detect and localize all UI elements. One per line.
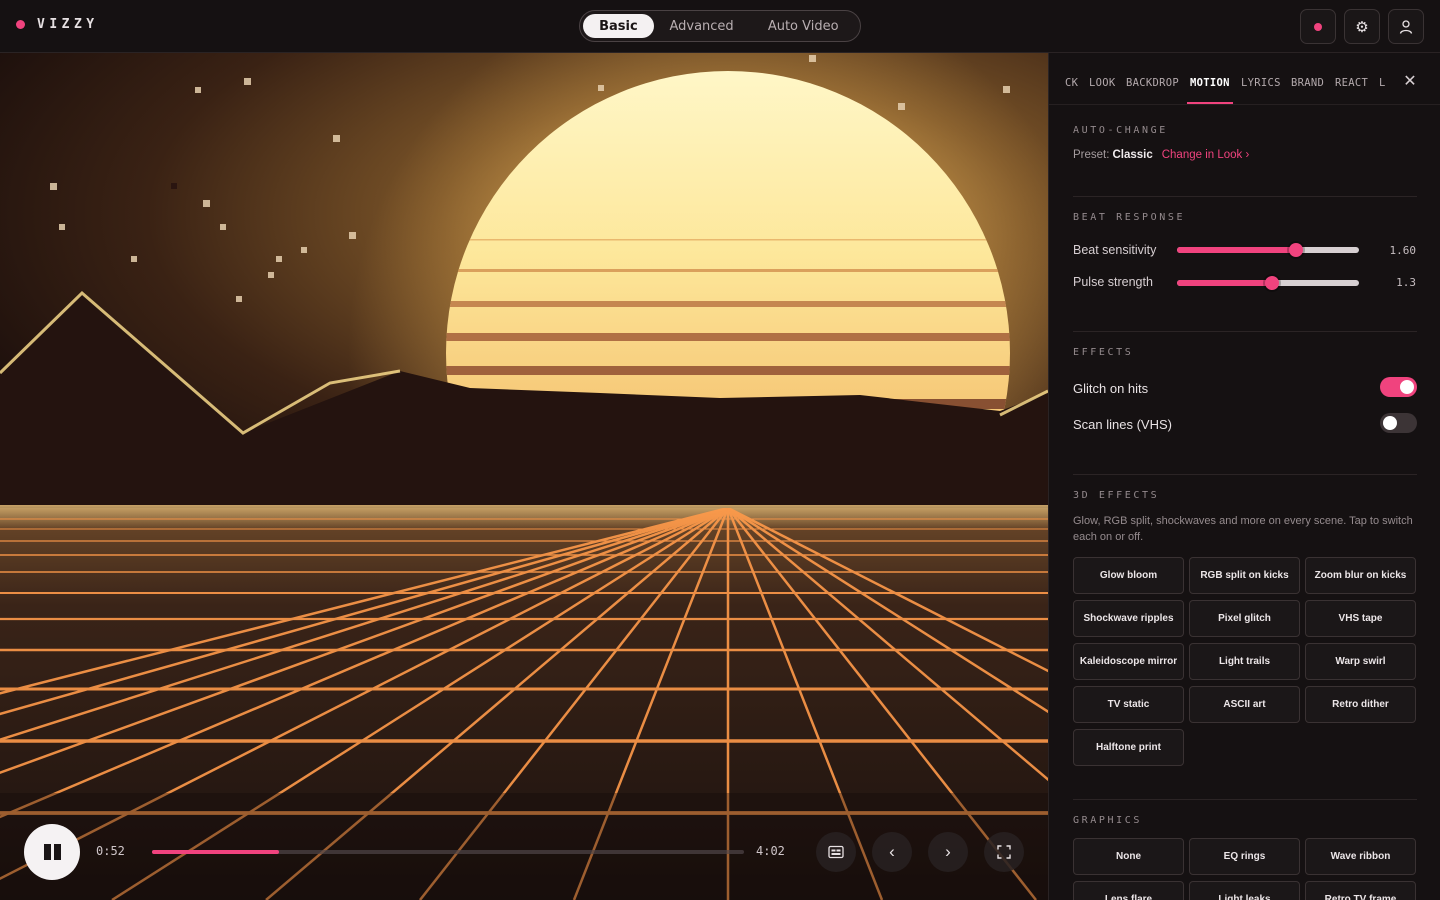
divider [1073,799,1417,800]
effect-ascii-art-button[interactable]: ASCII art [1189,686,1300,723]
divider [1073,474,1417,475]
preset-line: Preset: Classic Change in Look › [1073,149,1249,161]
preset-label: Preset: [1073,149,1110,161]
tab-react[interactable]: REACT [1335,77,1368,89]
3d-effects-grid: Glow bloom RGB split on kicks Zoom blur … [1073,557,1417,766]
divider [1073,331,1417,332]
effect-retro-dither-button[interactable]: Retro dither [1305,686,1416,723]
slider-thumb[interactable] [1289,243,1304,257]
effect-kaleidoscope-button[interactable]: Kaleidoscope mirror [1073,643,1184,680]
mode-switch: Basic Advanced Auto Video [579,10,861,42]
next-button[interactable]: › [928,832,968,872]
pause-icon [43,844,61,860]
pulse-strength-value: 1.3 [1396,276,1416,289]
section-title-auto-change: AUTO-CHANGE [1073,125,1168,136]
tab-lyrics[interactable]: LYRICS [1241,77,1281,89]
pulse-strength-label: Pulse strength [1073,275,1153,289]
glitch-on-hits-label: Glitch on hits [1073,381,1149,396]
effect-vhs-tape-button[interactable]: VHS tape [1305,600,1416,637]
total-time: 4:02 [756,844,785,858]
mode-tab-basic[interactable]: Basic [583,14,654,38]
record-button[interactable] [1300,9,1336,44]
visualizer-stage[interactable] [0,53,1048,900]
top-bar: VIZZY Basic Advanced Auto Video ⚙ [0,0,1440,53]
effect-light-trails-button[interactable]: Light trails [1189,643,1300,680]
close-icon[interactable]: ✕ [1401,72,1419,90]
effect-warp-swirl-button[interactable]: Warp swirl [1305,643,1416,680]
user-icon [1399,19,1413,34]
scan-lines-toggle[interactable] [1380,413,1417,433]
synthwave-scene [0,53,1048,900]
progress-fill [152,850,280,854]
graphic-light-leaks-button[interactable]: Light leaks [1189,881,1300,900]
chevron-left-icon: ‹ [889,842,895,861]
graphic-none-button[interactable]: None [1073,838,1184,875]
graphic-lens-flare-button[interactable]: Lens flare [1073,881,1184,900]
captions-icon [828,845,844,859]
brand-name: VIZZY [37,17,99,32]
3d-effects-description: Glow, RGB split, shockwaves and more on … [1073,515,1413,543]
graphic-retro-tv-frame-button[interactable]: Retro TV frame [1305,881,1416,900]
beat-sensitivity-value: 1.60 [1389,244,1417,257]
section-title-3d-effects: 3D EFFECTS [1073,490,1160,501]
slider-fill [1177,247,1297,253]
mode-tab-auto-video[interactable]: Auto Video [749,14,857,38]
section-title-beat-response: BEAT RESPONSE [1073,212,1186,223]
slider-fill [1177,280,1272,286]
tab-brand[interactable]: BRAND [1291,77,1324,89]
fullscreen-icon [997,845,1011,859]
toggle-knob [1383,416,1397,430]
graphics-grid: None EQ rings Wave ribbon Lens flare Lig… [1073,838,1417,900]
section-title-graphics: GRAPHICS [1073,815,1142,826]
tab-motion[interactable]: MOTION [1190,77,1230,89]
chevron-right-icon: › [945,842,951,861]
progress-bar[interactable] [152,850,744,854]
change-in-look-link[interactable]: Change in Look › [1162,149,1250,161]
graphic-wave-ribbon-button[interactable]: Wave ribbon [1305,838,1416,875]
effect-glow-bloom-button[interactable]: Glow bloom [1073,557,1184,594]
effect-pixel-glitch-button[interactable]: Pixel glitch [1189,600,1300,637]
settings-panel: CK LOOK BACKDROP MOTION LYRICS BRAND REA… [1048,53,1440,900]
record-dot-icon [1314,22,1322,31]
effect-rgb-split-button[interactable]: RGB split on kicks [1189,557,1300,594]
effect-shockwave-button[interactable]: Shockwave ripples [1073,600,1184,637]
gear-icon: ⚙ [1355,18,1369,36]
previous-button[interactable]: ‹ [872,832,912,872]
panel-tabs: CK LOOK BACKDROP MOTION LYRICS BRAND REA… [1049,53,1440,105]
tab-partial-left[interactable]: CK [1065,77,1078,89]
toggle-knob [1400,380,1414,394]
captions-button[interactable] [816,832,856,872]
beat-sensitivity-slider[interactable] [1177,243,1359,257]
tab-backdrop[interactable]: BACKDROP [1126,77,1179,89]
effect-tv-static-button[interactable]: TV static [1073,686,1184,723]
fullscreen-button[interactable] [984,832,1024,872]
brand-dot-icon [16,20,25,29]
brand-logo[interactable]: VIZZY [16,17,99,32]
preset-value: Classic [1112,149,1153,161]
beat-sensitivity-label: Beat sensitivity [1073,243,1157,257]
scan-lines-label: Scan lines (VHS) [1073,417,1172,432]
pause-button[interactable] [24,824,80,880]
section-title-effects: EFFECTS [1073,347,1134,358]
graphic-eq-rings-button[interactable]: EQ rings [1189,838,1300,875]
current-time: 0:52 [96,844,125,858]
active-tab-indicator [1187,102,1233,104]
mode-tab-advanced[interactable]: Advanced [654,14,750,38]
tab-partial-right[interactable]: L [1379,77,1386,89]
tab-look[interactable]: LOOK [1089,77,1116,89]
effect-halftone-button[interactable]: Halftone print [1073,729,1184,766]
account-button[interactable] [1388,9,1424,44]
divider [1073,196,1417,197]
effect-zoom-blur-button[interactable]: Zoom blur on kicks [1305,557,1416,594]
slider-thumb[interactable] [1264,276,1279,290]
pulse-strength-slider[interactable] [1177,276,1359,290]
settings-button[interactable]: ⚙ [1344,9,1380,44]
glitch-on-hits-toggle[interactable] [1380,377,1417,397]
